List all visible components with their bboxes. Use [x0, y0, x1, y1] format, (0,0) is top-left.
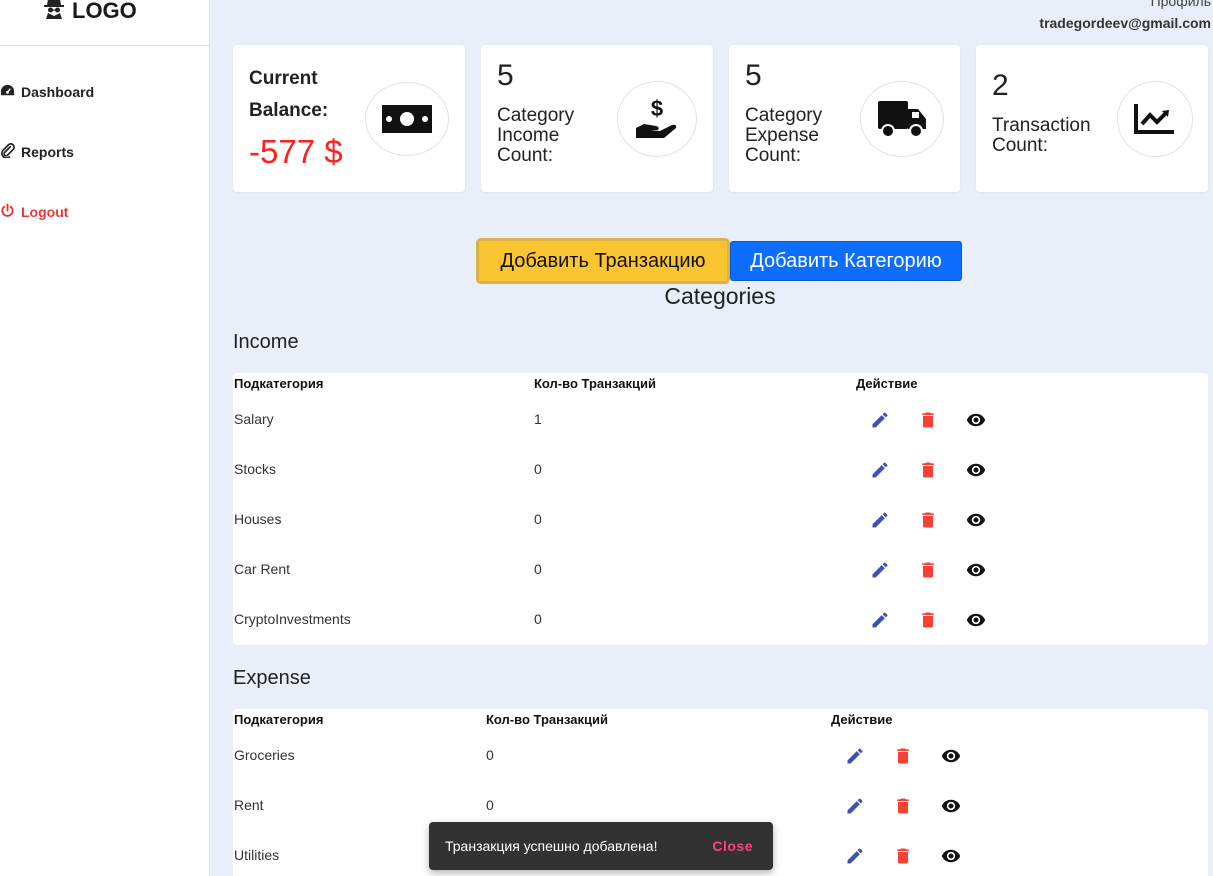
column-header: Подкатегория	[234, 712, 324, 727]
snackbar-message: Транзакция успешно добавлена!	[445, 838, 658, 854]
column-header: Кол-во Транзакций	[534, 376, 656, 391]
pencil-icon[interactable]	[869, 559, 891, 581]
sidebar-item-logout[interactable]: Logout	[0, 203, 68, 221]
income-categories-card: 5 Category Income Count: $	[481, 45, 713, 192]
transaction-count: 0	[486, 747, 494, 763]
pencil-icon[interactable]	[869, 609, 891, 631]
categories-title: Categories	[0, 283, 1213, 310]
expense-section-title: Expense	[233, 667, 311, 689]
money-bill-icon	[365, 82, 449, 156]
paperclip-icon	[0, 143, 15, 161]
trash-icon[interactable]	[892, 745, 914, 767]
transaction-count: 0	[534, 461, 542, 477]
pencil-icon[interactable]	[844, 845, 866, 867]
pencil-icon[interactable]	[844, 745, 866, 767]
table-row: Salary 1	[233, 411, 1208, 461]
transactions-label: Transaction Count:	[992, 115, 1091, 156]
column-header: Действие	[831, 712, 893, 727]
trash-icon[interactable]	[917, 459, 939, 481]
trash-icon[interactable]	[892, 795, 914, 817]
subcategory-name: Stocks	[234, 461, 277, 477]
income-categories-label: Category Income Count:	[497, 105, 575, 166]
sidebar-item-reports[interactable]: Reports	[0, 143, 74, 161]
sidebar-item-dashboard[interactable]: Dashboard	[0, 83, 94, 101]
expense-categories-label: Category Expense Count:	[745, 105, 823, 166]
chart-line-icon	[1117, 81, 1193, 157]
sidebar-item-label: Dashboard	[21, 84, 95, 100]
add-category-button[interactable]: Добавить Категорию	[730, 241, 962, 281]
eye-icon[interactable]	[965, 609, 987, 631]
eye-icon[interactable]	[940, 745, 962, 767]
truck-icon	[860, 81, 944, 157]
categories-title-text: Categories	[664, 283, 776, 309]
profile-email: tradegordeev@gmail.com	[1039, 15, 1211, 31]
table-row: Groceries 0	[233, 747, 1208, 797]
snackbar-close-button[interactable]: Close	[712, 838, 753, 854]
sidebar-divider	[0, 45, 210, 46]
hand-holding-dollar-icon: $	[617, 81, 697, 157]
trash-icon[interactable]	[917, 509, 939, 531]
subcategory-name: Groceries	[234, 747, 295, 763]
eye-icon[interactable]	[940, 795, 962, 817]
balance-card: Current Balance: -577 $	[233, 45, 465, 192]
column-header: Кол-во Транзакций	[486, 712, 608, 727]
balance-label: Current Balance:	[249, 68, 329, 121]
subcategory-name: Salary	[234, 411, 274, 427]
subcategory-name: Rent	[234, 797, 264, 813]
transaction-count: 1	[534, 411, 542, 427]
column-header: Действие	[856, 376, 918, 391]
subcategory-name: CryptoInvestments	[234, 611, 351, 627]
subcategory-name: Car Rent	[234, 561, 291, 577]
snackbar: Транзакция успешно добавлена! Close	[429, 822, 773, 870]
income-categories-count: 5	[497, 59, 514, 92]
pencil-icon[interactable]	[869, 409, 891, 431]
transactions-card: 2 Transaction Count:	[976, 45, 1208, 192]
eye-icon[interactable]	[965, 409, 987, 431]
table-row: Car Rent 0	[233, 561, 1208, 611]
column-header: Подкатегория	[234, 376, 324, 391]
pencil-icon[interactable]	[869, 459, 891, 481]
income-table: Подкатегория Кол-во Транзакций Действие …	[233, 373, 1208, 645]
sidebar-item-label: Logout	[21, 204, 69, 220]
transaction-count: 0	[534, 511, 542, 527]
detective-icon	[42, 0, 66, 25]
table-row: CryptoInvestments 0	[233, 611, 1208, 661]
profile-link[interactable]: Профиль	[1151, 0, 1211, 9]
expense-categories-count: 5	[745, 59, 762, 92]
trash-icon[interactable]	[917, 409, 939, 431]
expense-categories-card: 5 Category Expense Count:	[729, 45, 960, 192]
trash-icon[interactable]	[917, 559, 939, 581]
power-icon	[0, 203, 15, 221]
trash-icon[interactable]	[917, 609, 939, 631]
transaction-count: 0	[486, 797, 494, 813]
logo[interactable]: LOGO	[42, 0, 137, 25]
sidebar: LOGO Dashboard Reports Logout	[0, 0, 210, 876]
eye-icon[interactable]	[965, 459, 987, 481]
sidebar-item-label: Reports	[21, 144, 74, 160]
logo-text: LOGO	[72, 0, 137, 23]
eye-icon[interactable]	[965, 509, 987, 531]
pencil-icon[interactable]	[869, 509, 891, 531]
subcategory-name: Utilities	[234, 847, 280, 863]
table-row: Stocks 0	[233, 461, 1208, 511]
trash-icon[interactable]	[892, 845, 914, 867]
transactions-count: 2	[992, 69, 1009, 102]
balance-value: -577 $	[249, 133, 343, 170]
svg-text:$: $	[651, 96, 663, 121]
eye-icon[interactable]	[965, 559, 987, 581]
transaction-count: 0	[534, 611, 542, 627]
subcategory-name: Houses	[234, 511, 282, 527]
tachometer-icon	[0, 83, 15, 101]
pencil-icon[interactable]	[844, 795, 866, 817]
add-transaction-button[interactable]: Добавить Транзакцию	[476, 238, 730, 284]
transaction-count: 0	[534, 561, 542, 577]
eye-icon[interactable]	[940, 845, 962, 867]
table-row: Houses 0	[233, 511, 1208, 561]
income-section-title: Income	[233, 331, 299, 353]
